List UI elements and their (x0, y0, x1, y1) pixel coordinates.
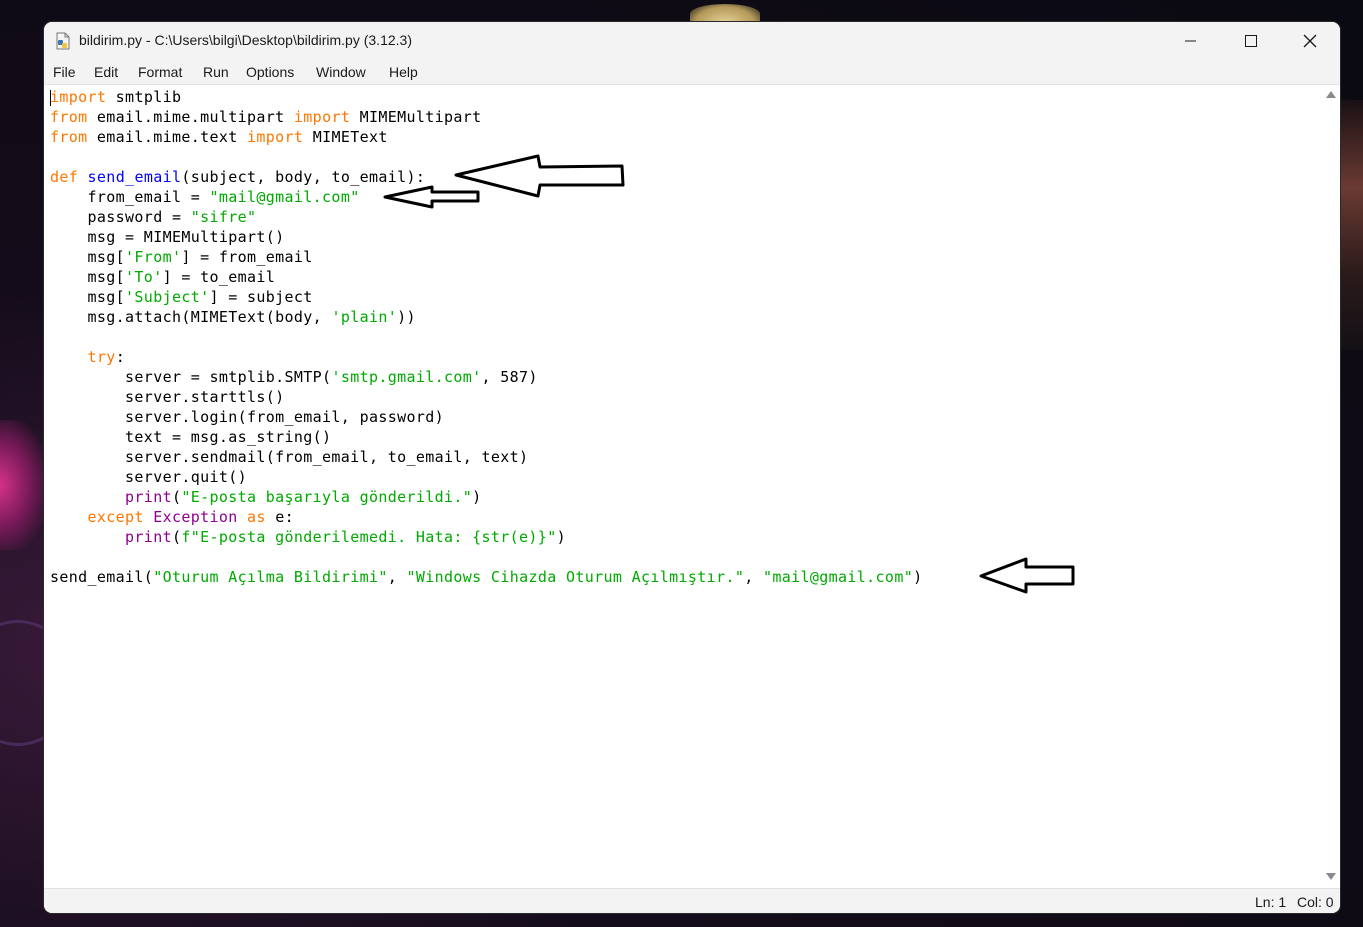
code-line: server.login(from_email, password) (50, 408, 444, 426)
maximize-icon (1245, 35, 1257, 47)
code-line: msg.attach(MIMEText(body, 'plain')) (50, 308, 416, 326)
status-line: Ln: 1 (1255, 894, 1287, 910)
scroll-down-icon[interactable] (1326, 873, 1336, 880)
code-line: try: (87, 348, 126, 366)
code-line: msg['To'] = to_email (50, 268, 276, 286)
code-line: password = "sifre" (50, 208, 257, 226)
maximize-button[interactable] (1222, 22, 1280, 60)
code-line: except Exception as e: (87, 508, 294, 526)
code-line: send_email("Oturum Açılma Bildirimi", "W… (50, 568, 923, 586)
menu-file[interactable]: File (53, 64, 76, 80)
arrow-icon (383, 185, 480, 209)
minimize-icon (1185, 40, 1196, 42)
code-line: import smtplib (50, 88, 182, 106)
scroll-up-icon[interactable] (1326, 91, 1336, 98)
arrow-icon (979, 557, 1075, 594)
close-icon (1303, 34, 1317, 48)
wallpaper-detail (0, 420, 46, 550)
vertical-scrollbar[interactable] (1322, 85, 1340, 888)
menu-run[interactable]: Run (203, 64, 229, 80)
menu-edit[interactable]: Edit (94, 64, 118, 80)
window-title: bildirim.py - C:\Users\bilgi\Desktop\bil… (79, 32, 412, 48)
wallpaper-detail (690, 4, 760, 24)
menu-help[interactable]: Help (389, 64, 418, 80)
menu-options[interactable]: Options (246, 64, 294, 80)
code-line: from email.mime.multipart import MIMEMul… (50, 108, 482, 126)
idle-editor-window: bildirim.py - C:\Users\bilgi\Desktop\bil… (44, 22, 1340, 913)
code-line: print(f"E-posta gönderilemedi. Hata: {st… (125, 528, 566, 546)
code-line: server.starttls() (50, 388, 285, 406)
code-line: print("E-posta başarıyla gönderildi.") (125, 488, 482, 506)
status-bar: Ln: 1 Col: 0 (44, 888, 1340, 913)
status-column: Col: 0 (1297, 894, 1334, 910)
minimize-button[interactable] (1162, 22, 1220, 60)
code-line: msg['Subject'] = subject (50, 288, 313, 306)
code-line: server.sendmail(from_email, to_email, te… (50, 448, 529, 466)
code-line: from_email = "mail@gmail.com" (50, 188, 360, 206)
code-line: def send_email(subject, body, to_email): (50, 168, 426, 186)
code-line: msg['From'] = from_email (50, 248, 313, 266)
close-button[interactable] (1281, 22, 1339, 60)
python-file-icon (56, 32, 70, 50)
menu-bar: File Edit Format Run Options Window Help (44, 60, 1340, 85)
menu-window[interactable]: Window (316, 64, 366, 80)
code-editor[interactable]: import smtplib from email.mime.multipart… (44, 85, 1322, 888)
code-line: msg = MIMEMultipart() (50, 228, 285, 246)
menu-format[interactable]: Format (138, 64, 182, 80)
wallpaper-detail (1340, 100, 1363, 350)
code-line: server = smtplib.SMTP('smtp.gmail.com', … (50, 368, 538, 386)
code-line: text = msg.as_string() (50, 428, 332, 446)
code-line: server.quit() (50, 468, 247, 486)
title-bar[interactable]: bildirim.py - C:\Users\bilgi\Desktop\bil… (44, 22, 1340, 60)
code-line: from email.mime.text import MIMEText (50, 128, 388, 146)
text-cursor (50, 90, 51, 106)
